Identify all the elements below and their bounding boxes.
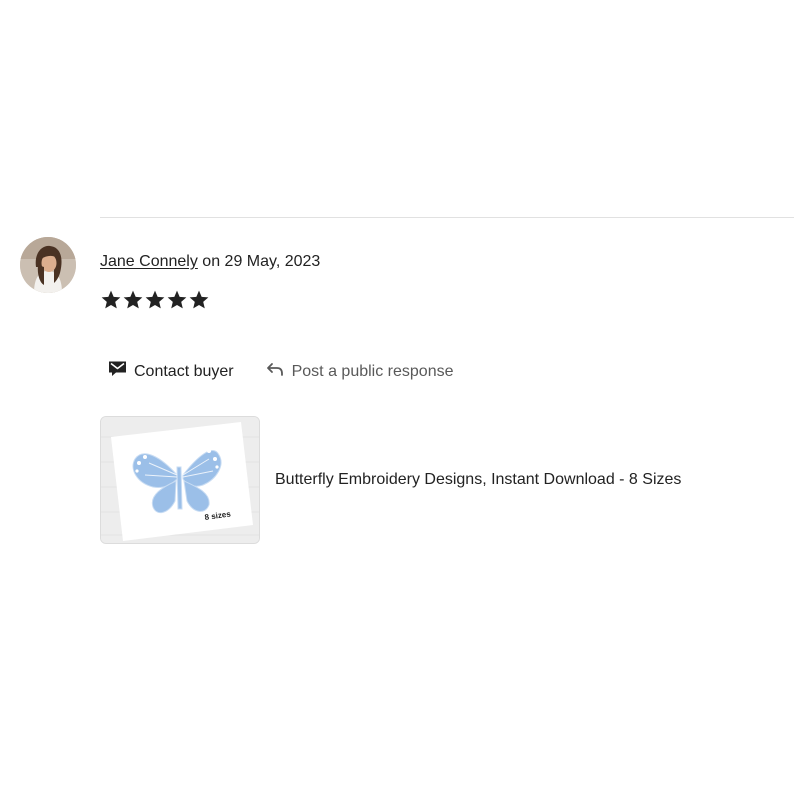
star-icon	[189, 290, 209, 309]
contact-buyer-button[interactable]: Contact buyer	[108, 360, 234, 384]
listing-item[interactable]: 8 sizes Butterfly Embroidery Designs, In…	[100, 416, 681, 544]
review-byline: Jane Connely on 29 May, 2023	[100, 251, 320, 273]
review-date: on 29 May, 2023	[202, 253, 321, 270]
star-icon	[145, 290, 165, 309]
review-divider	[100, 217, 794, 218]
post-public-response-button[interactable]: Post a public response	[266, 360, 454, 384]
review-actions: Contact buyer Post a public response	[108, 360, 453, 384]
envelope-icon	[108, 360, 127, 384]
butterfly-image: 8 sizes	[101, 417, 259, 543]
avatar-photo	[20, 237, 76, 293]
reviewer-avatar[interactable]	[20, 237, 76, 293]
star-icon	[167, 290, 187, 309]
listing-thumbnail[interactable]: 8 sizes	[100, 416, 260, 544]
star-icon	[123, 290, 143, 309]
post-public-response-label: Post a public response	[291, 363, 454, 380]
reviewer-name-link[interactable]: Jane Connely	[100, 253, 198, 270]
star-rating	[100, 289, 210, 311]
star-icon	[101, 290, 121, 309]
reply-arrow-icon	[266, 360, 285, 384]
contact-buyer-label: Contact buyer	[134, 363, 234, 380]
listing-title[interactable]: Butterfly Embroidery Designs, Instant Do…	[275, 469, 681, 491]
